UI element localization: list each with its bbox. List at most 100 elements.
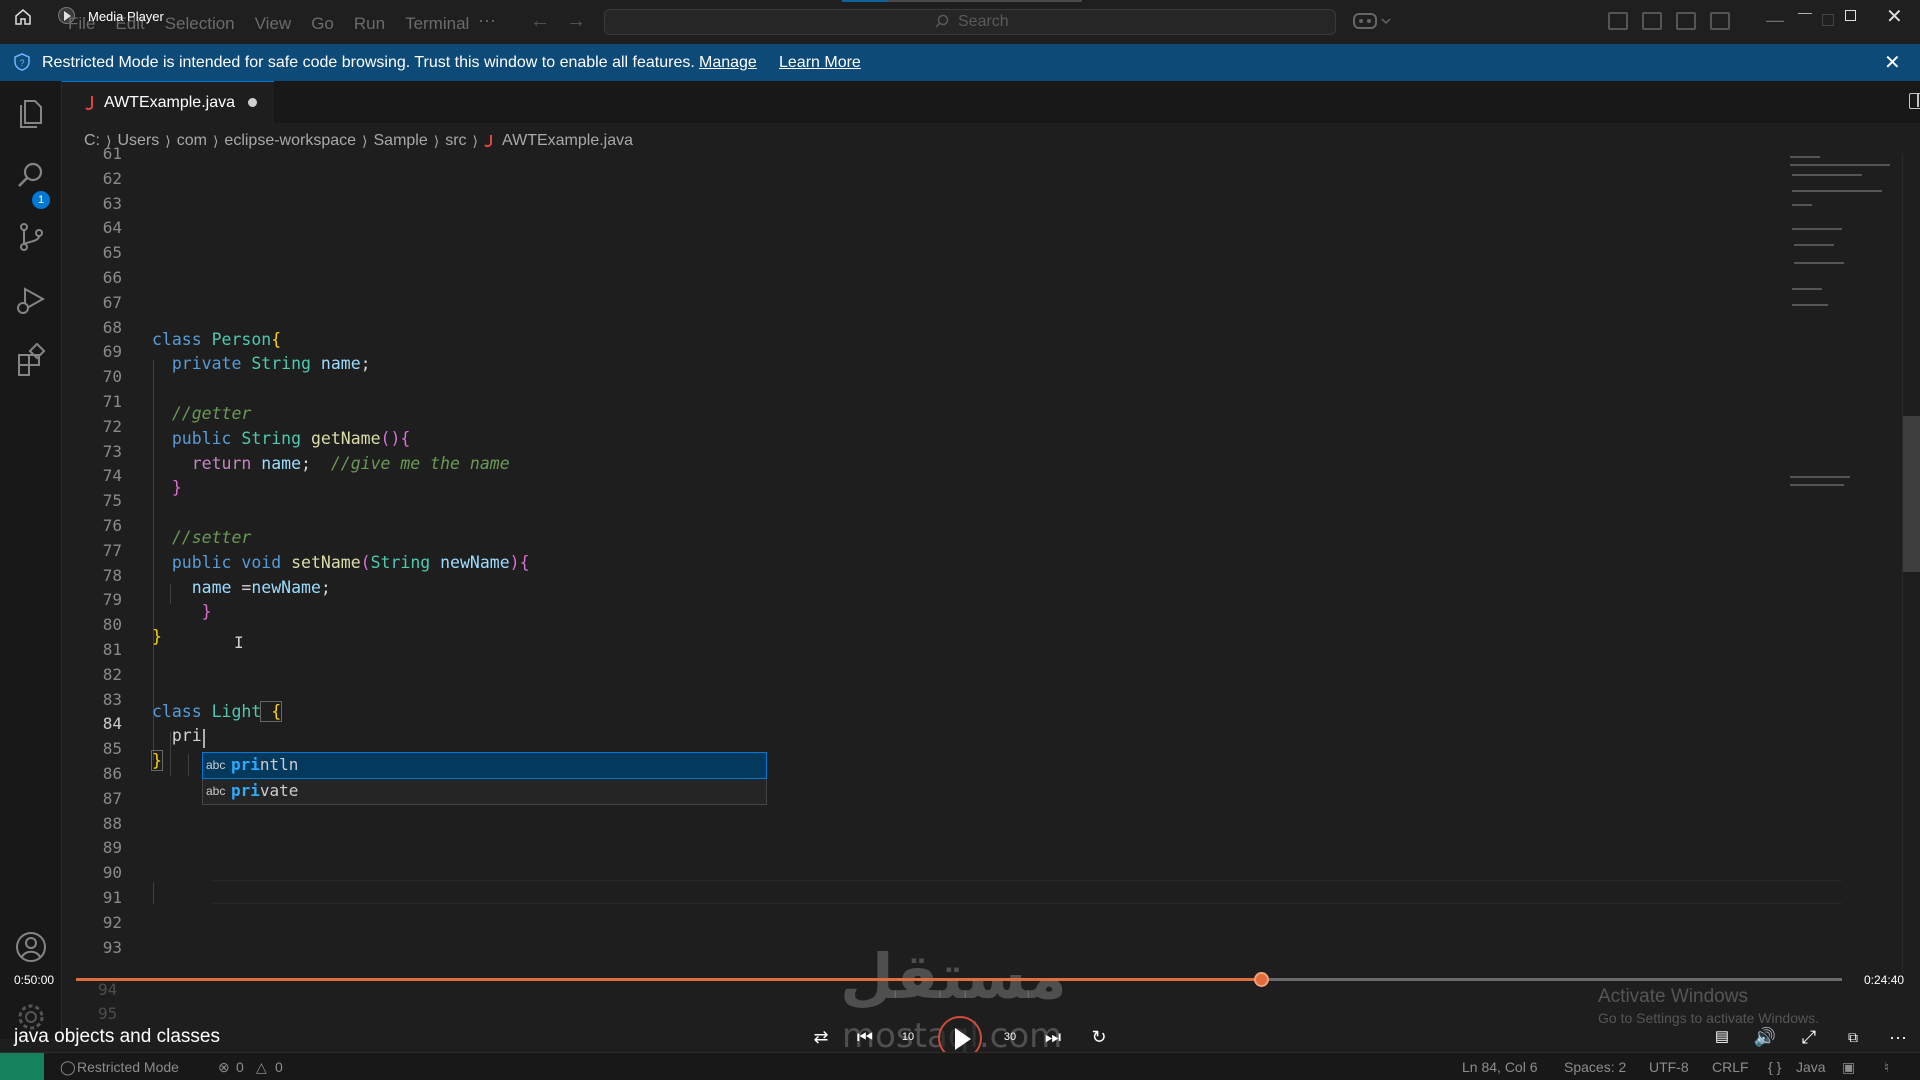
menu-go[interactable]: Go: [301, 14, 344, 34]
copilot-icon[interactable]: [1352, 10, 1392, 32]
warning-count[interactable]: 0: [275, 1059, 283, 1075]
minimize-icon[interactable]: —: [1798, 4, 1812, 20]
minimap[interactable]: [1788, 154, 1898, 504]
title-accent: [842, 0, 888, 2]
accounts-icon[interactable]: [13, 929, 49, 965]
search-icon: [935, 14, 949, 28]
previous-icon[interactable]: ⏮: [852, 1024, 878, 1050]
cursor-position[interactable]: Ln 84, Col 6: [1462, 1059, 1538, 1075]
skip-forward-icon[interactable]: 30: [997, 1024, 1023, 1050]
menu-more-button[interactable]: ···: [478, 10, 496, 31]
line-number: 69: [102, 342, 122, 362]
method-name: getName: [301, 428, 381, 448]
breadcrumb-file[interactable]: AWTExample.java: [502, 132, 633, 150]
forward-arrow-icon[interactable]: →: [566, 10, 586, 33]
line-number: 94: [98, 980, 118, 999]
media-more-icon[interactable]: ···: [1885, 1024, 1911, 1050]
indentation[interactable]: Spaces: 2: [1564, 1059, 1626, 1075]
repeat-icon[interactable]: ↻: [1086, 1024, 1112, 1050]
split-editor-icon[interactable]: [1909, 93, 1920, 109]
menu-view[interactable]: View: [245, 14, 302, 34]
brace: }: [151, 750, 163, 772]
breadcrumb-com[interactable]: com: [177, 132, 207, 150]
suggestion-private[interactable]: abc private: [203, 779, 766, 804]
code-line-84: pri: [152, 724, 202, 749]
minimap-line: [1790, 484, 1844, 486]
breadcrumb-workspace[interactable]: eclipse-workspace: [224, 132, 356, 150]
code-editor[interactable]: 61 62 63 64 65 66 67 68 69 70 71 72 73 74 75 76 77 78 79 80…: [62, 144, 1920, 974]
close-banner-icon[interactable]: ✕: [1884, 50, 1901, 75]
extensions-icon[interactable]: [13, 343, 49, 379]
manage-link[interactable]: Manage: [699, 54, 757, 72]
line-number: 70: [102, 367, 122, 387]
code-line-74: }: [152, 476, 182, 501]
next-icon[interactable]: ⏭: [1040, 1024, 1066, 1050]
indent-guide: [188, 754, 189, 776]
remote-indicator[interactable]: [0, 1053, 44, 1080]
breadcrumb-sample[interactable]: Sample: [374, 132, 428, 150]
line-number: 65: [102, 243, 122, 263]
line-number: 76: [102, 516, 122, 535]
comment: //give me the name: [310, 453, 510, 473]
seek-bar-thumb[interactable]: [1253, 972, 1269, 987]
tab-awtexample[interactable]: AWTExample.java: [62, 81, 274, 123]
warning-icon: △: [256, 1059, 267, 1075]
restricted-mode-status[interactable]: Restricted Mode: [77, 1059, 179, 1075]
line-number: 82: [102, 664, 122, 684]
maximize-icon[interactable]: [1845, 10, 1856, 21]
activate-windows-title: Activate Windows: [1598, 986, 1748, 1007]
skip-back-icon[interactable]: 10: [895, 1024, 921, 1050]
volume-icon[interactable]: 🔊: [1752, 1024, 1778, 1050]
language-mode[interactable]: Java: [1796, 1059, 1826, 1075]
explorer-icon[interactable]: [13, 95, 49, 131]
toggle-panel-icon[interactable]: [1676, 12, 1696, 30]
suggestion-rest: vate: [259, 781, 299, 800]
breadcrumb-src[interactable]: src: [445, 132, 466, 150]
chevron-right-icon: ⟩: [472, 132, 479, 149]
class-name: Person: [201, 329, 272, 349]
brace: }: [171, 478, 182, 498]
vertical-scrollbar[interactable]: [1903, 416, 1920, 572]
run-debug-icon[interactable]: [13, 281, 49, 317]
close-window-icon[interactable]: ✕: [1886, 4, 1903, 29]
notifications-bell-icon[interactable]: ♮: [1884, 1059, 1889, 1076]
breadcrumb-users[interactable]: Users: [117, 132, 159, 150]
minimap-line: [1792, 288, 1822, 290]
search-view-icon[interactable]: [13, 157, 49, 193]
identifier: name: [310, 354, 361, 374]
title-accent-secondary: [888, 0, 1082, 2]
media-title: java objects and classes: [14, 1026, 220, 1047]
learn-more-link[interactable]: Learn More: [779, 54, 861, 72]
miniplayer-icon[interactable]: ⧉: [1840, 1024, 1866, 1050]
line-endings[interactable]: CRLF: [1712, 1059, 1749, 1075]
fullscreen-icon[interactable]: ⤢: [1796, 1024, 1822, 1050]
customize-layout-icon[interactable]: [1608, 12, 1628, 30]
menu-terminal[interactable]: Terminal: [395, 14, 479, 34]
code-line-69: private String name;: [152, 352, 371, 377]
shuffle-icon[interactable]: ⇄: [808, 1024, 834, 1050]
indent-guide: [153, 882, 154, 904]
source-control-icon[interactable]: [13, 219, 49, 255]
suggestion-println[interactable]: abc println: [202, 752, 767, 779]
toggle-primary-sidebar-icon[interactable]: [1642, 12, 1662, 30]
line-number: 74: [102, 466, 122, 486]
back-arrow-icon[interactable]: ←: [530, 10, 550, 33]
home-icon[interactable]: [14, 8, 32, 26]
copilot-status-icon[interactable]: ▣: [1842, 1059, 1855, 1076]
minimap-line: [1792, 304, 1828, 306]
encoding[interactable]: UTF-8: [1649, 1059, 1689, 1075]
error-count[interactable]: 0: [236, 1059, 244, 1075]
vscode-restore-icon[interactable]: [1822, 14, 1834, 26]
menu-run[interactable]: Run: [344, 14, 395, 34]
toggle-secondary-sidebar-icon[interactable]: [1710, 12, 1730, 30]
line-number: 95: [98, 1004, 118, 1023]
captions-icon[interactable]: ▤: [1709, 1024, 1735, 1050]
vscode-minimize-icon[interactable]: —: [1766, 10, 1784, 31]
menu-selection[interactable]: Selection: [155, 14, 245, 34]
unsaved-dot-icon[interactable]: [248, 98, 257, 107]
seek-bar[interactable]: [76, 972, 1842, 987]
code-line-77: public void setName(String newName){: [152, 551, 530, 576]
suggestion-match: pri: [231, 755, 260, 774]
suggestion-match: pri: [231, 781, 260, 800]
line-number: 90: [102, 863, 122, 883]
